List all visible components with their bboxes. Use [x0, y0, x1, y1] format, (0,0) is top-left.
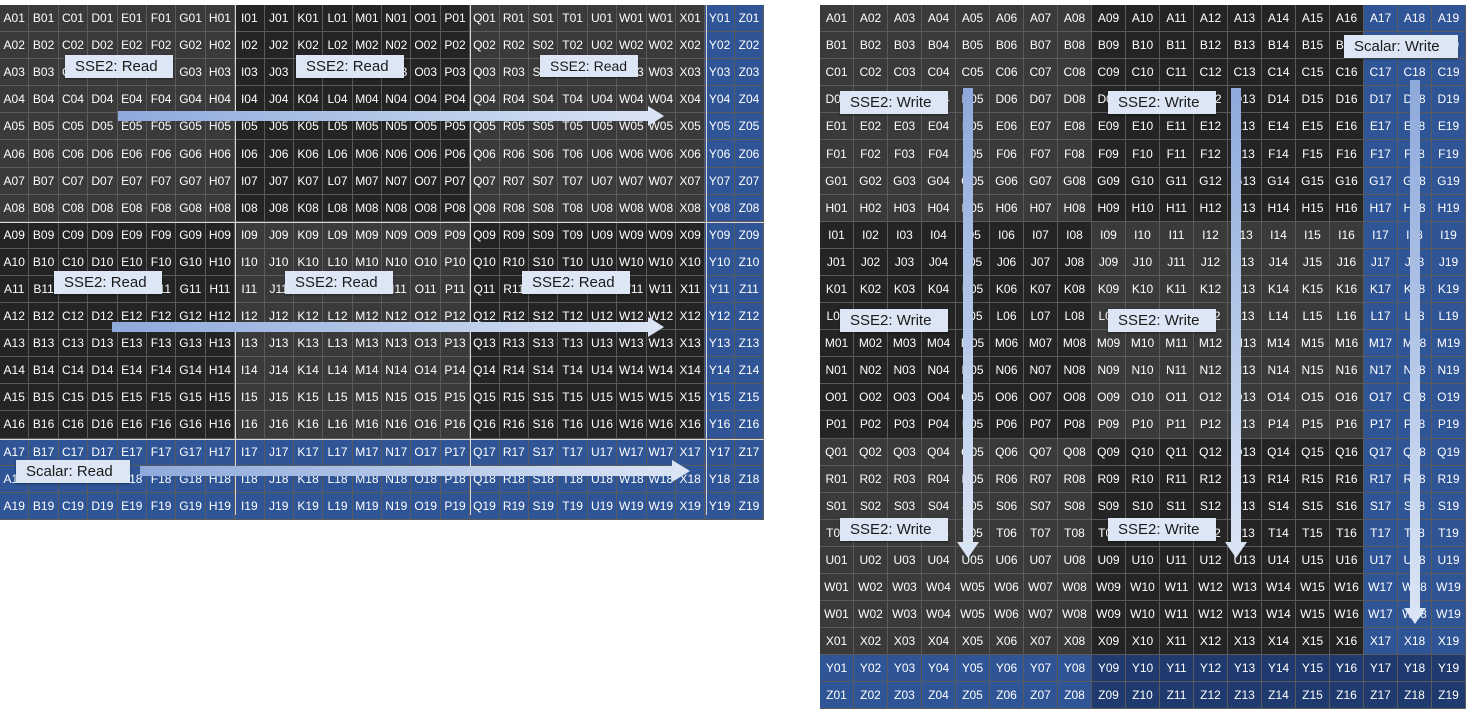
sse2-read-label: SSE2: Read: [296, 55, 404, 78]
read-arrow: [140, 460, 690, 482]
sse2-write-label: SSE2: Write: [1108, 91, 1216, 114]
sse2-write-label: SSE2: Write: [840, 91, 948, 114]
read-arrow: [118, 106, 664, 126]
sse2-read-label: SSE2: Read: [65, 55, 173, 78]
sse2-read-label: SSE2: Read: [285, 271, 393, 294]
scalar-read-label: Scalar: Read: [16, 460, 130, 483]
sse2-read-label: SSE2: Read: [522, 271, 630, 294]
write-arrow: [1225, 88, 1247, 558]
sse2-write-label: SSE2: Write: [840, 309, 948, 332]
write-arrow: [957, 88, 979, 558]
sse2-write-label: SSE2: Write: [1108, 518, 1216, 541]
sse2-read-label: SSE2: Read: [54, 271, 162, 294]
read-arrow: [112, 317, 664, 337]
scalar-write-label: Scalar: Write: [1344, 35, 1458, 58]
write-arrow: [1404, 80, 1426, 624]
sse2-write-label: SSE2: Write: [1108, 309, 1216, 332]
sse2-read-label: SSE2: Read: [540, 55, 638, 77]
arrow-overlay: [112, 80, 1426, 624]
sse2-write-label: SSE2: Write: [840, 518, 948, 541]
